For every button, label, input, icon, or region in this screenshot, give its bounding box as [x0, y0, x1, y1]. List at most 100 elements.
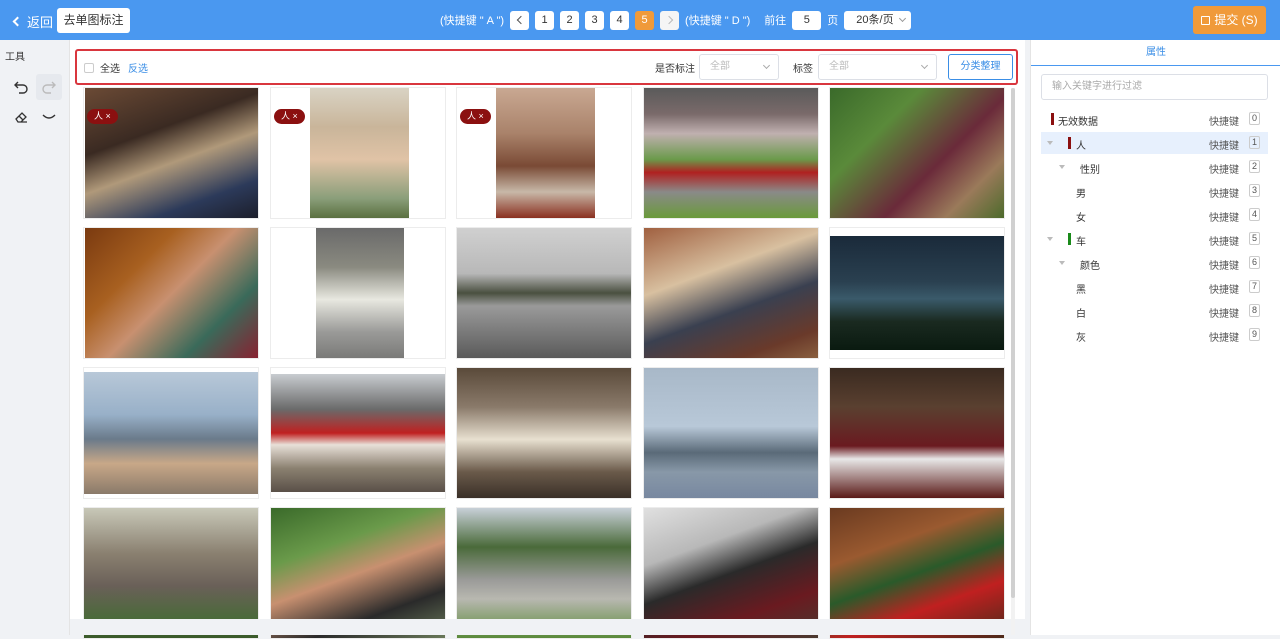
hotkey-number: 0	[1249, 112, 1260, 125]
page-size-value: 20条/页	[856, 13, 894, 26]
redo-icon	[42, 81, 56, 94]
prev-page-button[interactable]	[510, 10, 530, 30]
chevron-down-icon	[899, 14, 907, 22]
tree-item-black[interactable]: 黑 快捷键 7	[1041, 276, 1268, 298]
next-hotkey-hint: (快捷键 " D ")	[685, 15, 751, 27]
tree-item-person[interactable]: 人 快捷键 1	[1041, 132, 1268, 154]
page-button-4[interactable]: 4	[610, 10, 630, 30]
caret-down-icon[interactable]	[1047, 141, 1053, 145]
image-card[interactable]	[643, 227, 819, 359]
page-button-1[interactable]: 1	[535, 10, 555, 30]
scrollbar-thumb[interactable]	[1011, 88, 1015, 598]
image-card[interactable]: 人 ×	[83, 87, 259, 219]
page-button-5-current[interactable]: 5	[635, 10, 655, 30]
submit-button[interactable]: 提交 (S)	[1193, 6, 1266, 34]
chevron-left-icon	[516, 15, 525, 25]
image-thumbnail	[830, 88, 1004, 218]
hotkey-label: 快捷键	[1209, 189, 1239, 200]
image-card[interactable]	[456, 367, 632, 499]
hotkey-label: 快捷键	[1209, 285, 1239, 296]
image-card[interactable]	[829, 87, 1005, 219]
page-button-2[interactable]: 2	[560, 10, 580, 30]
tag-chip[interactable]: 人 ×	[460, 109, 491, 124]
single-image-annotation-button[interactable]: 去单图标注	[57, 8, 130, 33]
caret-down-icon[interactable]	[1059, 165, 1065, 169]
page-size-select[interactable]: 20条/页	[844, 10, 912, 30]
image-thumbnail	[644, 228, 818, 358]
image-card[interactable]	[83, 227, 259, 359]
image-card[interactable]	[83, 367, 259, 499]
hotkey-label: 快捷键	[1209, 261, 1239, 272]
tree-item-label: 灰	[1076, 333, 1086, 344]
hotkey-label: 快捷键	[1209, 237, 1239, 248]
next-page-button[interactable]	[660, 10, 680, 30]
invert-selection-link[interactable]: 反选	[128, 60, 148, 75]
tab-attributes[interactable]: 属性	[1031, 40, 1280, 66]
curve-button[interactable]	[36, 104, 62, 130]
caret-down-icon[interactable]	[1059, 261, 1065, 265]
undo-button[interactable]	[8, 74, 34, 100]
hotkey-number: 2	[1249, 160, 1260, 173]
image-card[interactable]	[829, 227, 1005, 359]
tree-item-male[interactable]: 男 快捷键 3	[1041, 180, 1268, 202]
color-swatch	[1051, 113, 1054, 125]
goto-page-input[interactable]: 5	[792, 10, 822, 30]
image-card[interactable]	[270, 227, 446, 359]
hotkey-number: 7	[1249, 280, 1260, 293]
image-thumbnail	[85, 228, 258, 358]
image-thumbnail	[496, 88, 595, 218]
tree-item-gender[interactable]: 性别 快捷键 2	[1041, 156, 1268, 178]
pagination: (快捷键 " A ") 1 2 3 4 5 (快捷键 " D ") 前往 5 页…	[440, 10, 912, 30]
hotkey-label: 快捷键	[1209, 141, 1239, 152]
keyword-filter-input[interactable]: 输入关键字进行过滤	[1041, 74, 1268, 100]
image-thumbnail	[644, 368, 818, 498]
image-thumbnail	[271, 374, 445, 492]
bottom-strip	[70, 619, 1025, 635]
tree-item-label: 颜色	[1080, 261, 1100, 272]
save-icon	[1201, 15, 1211, 25]
select-all-label[interactable]: 全选	[100, 60, 120, 75]
image-thumbnail	[644, 88, 818, 218]
tree-item-female[interactable]: 女 快捷键 4	[1041, 204, 1268, 226]
tree-item-invalid[interactable]: 无效数据 快捷键 0	[1041, 108, 1268, 130]
redo-button[interactable]	[36, 74, 62, 100]
chevron-left-icon	[12, 16, 23, 27]
hotkey-number: 3	[1249, 184, 1260, 197]
tag-chip[interactable]: 人 ×	[274, 109, 305, 124]
tool-panel: 工具	[0, 40, 70, 635]
eraser-button[interactable]	[8, 104, 34, 130]
tag-filter-label: 标签	[793, 64, 813, 75]
image-card[interactable]	[643, 367, 819, 499]
hotkey-label: 快捷键	[1209, 333, 1239, 344]
image-card[interactable]	[270, 367, 446, 499]
select-all-checkbox[interactable]	[84, 63, 94, 73]
tools-title: 工具	[5, 52, 25, 63]
attribute-panel: 属性 输入关键字进行过滤 无效数据 快捷键 0 人 快捷键 1 性别 快捷键 2…	[1030, 40, 1280, 635]
image-card[interactable]: 人 ×	[270, 87, 446, 219]
tree-item-vehicle[interactable]: 车 快捷键 5	[1041, 228, 1268, 250]
image-thumbnail	[457, 368, 631, 498]
back-label: 返回	[27, 15, 54, 30]
image-thumbnail	[310, 88, 409, 218]
caret-down-icon[interactable]	[1047, 237, 1053, 241]
hotkey-number: 4	[1249, 208, 1260, 221]
image-card[interactable]	[456, 227, 632, 359]
annotated-filter-select[interactable]: 全部	[699, 54, 779, 80]
image-card[interactable]: 人 ×	[456, 87, 632, 219]
top-bar: 返回 去单图标注 (快捷键 " A ") 1 2 3 4 5 (快捷键 " D …	[0, 0, 1280, 40]
image-thumbnail	[830, 236, 1004, 350]
tag-filter-select[interactable]: 全部	[818, 54, 937, 80]
tag-chip[interactable]: 人 ×	[87, 109, 118, 124]
back-button[interactable]: 返回	[12, 12, 54, 31]
curve-icon	[42, 114, 56, 119]
image-card[interactable]	[829, 367, 1005, 499]
image-thumbnail	[85, 88, 258, 218]
classify-button[interactable]: 分类整理	[948, 54, 1013, 80]
annotated-filter-value: 全部	[710, 61, 730, 72]
tree-item-label: 女	[1076, 213, 1086, 224]
tree-item-white[interactable]: 白 快捷键 8	[1041, 300, 1268, 322]
tree-item-color[interactable]: 颜色 快捷键 6	[1041, 252, 1268, 274]
tree-item-gray[interactable]: 灰 快捷键 9	[1041, 324, 1268, 346]
image-card[interactable]	[643, 87, 819, 219]
page-button-3[interactable]: 3	[585, 10, 605, 30]
